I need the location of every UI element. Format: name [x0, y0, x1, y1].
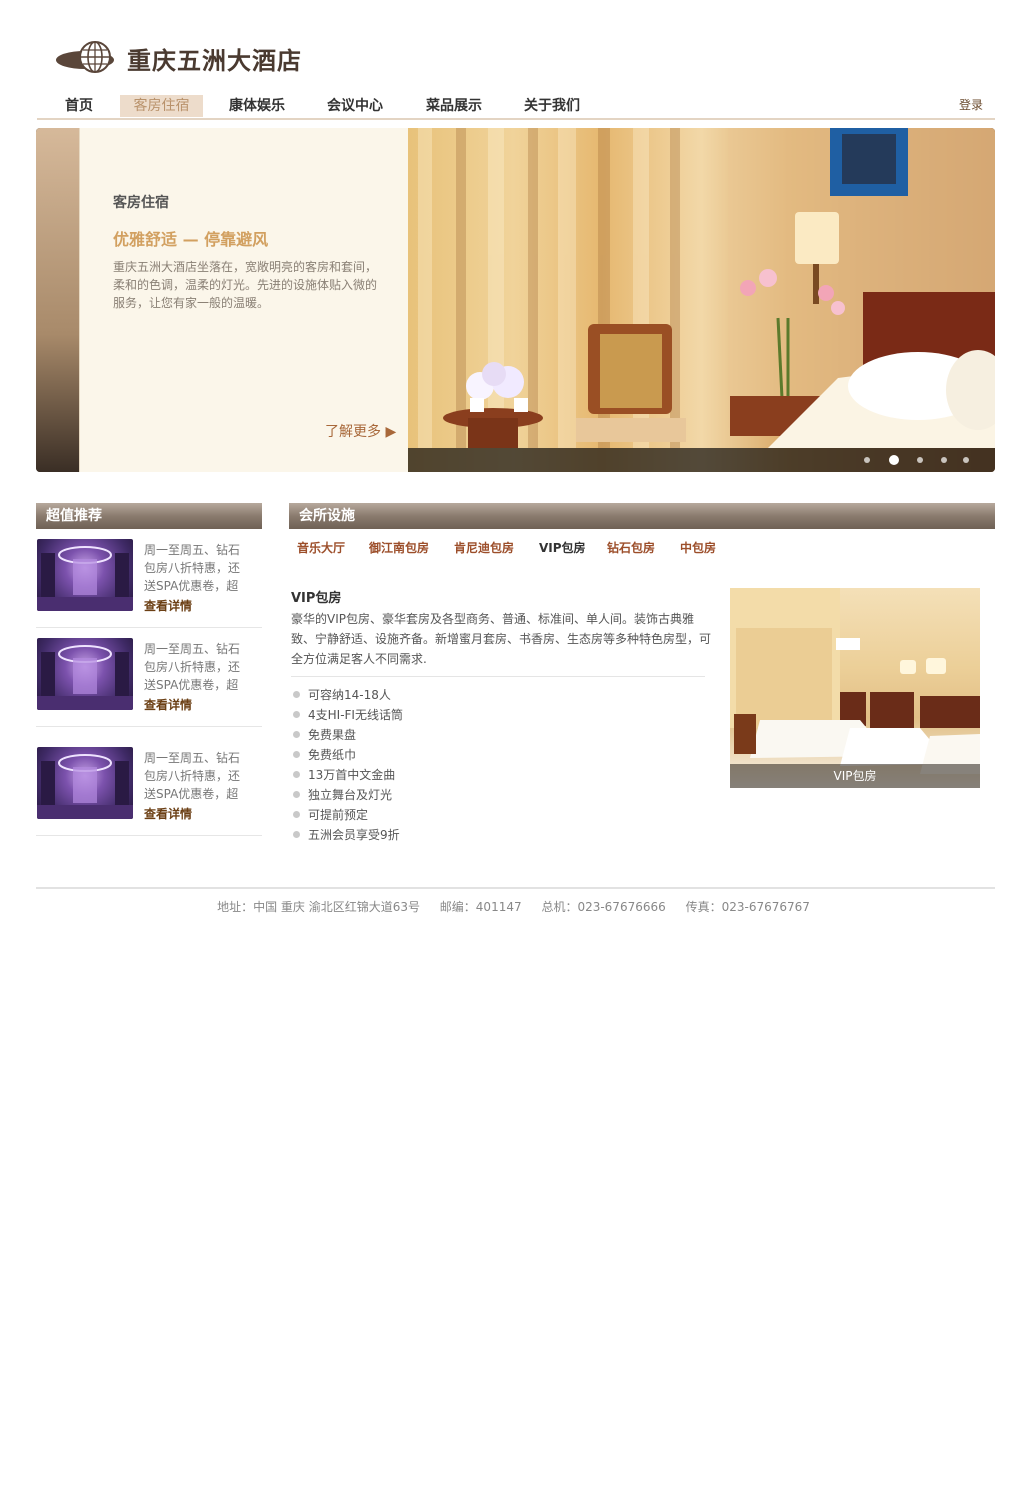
room-title: VIP包房: [291, 591, 342, 606]
nav-item-dishes[interactable]: 菜品展示: [414, 95, 494, 117]
footer-divider: [36, 887, 995, 889]
nav-item-recreation[interactable]: 康体娱乐: [217, 95, 297, 117]
feature-item: 免费果盘: [291, 725, 403, 745]
room-description: 豪华的VIP包房、豪华套房及各型商务、普通、标准间、单人间。装饰古典雅致、宁静舒…: [291, 612, 712, 666]
login-link[interactable]: 登录: [959, 94, 983, 116]
footer-address: 地址：中国 重庆 渝北区红锦大道63号: [217, 900, 420, 914]
site-logo[interactable]: 重庆五洲大酒店: [55, 38, 355, 78]
learn-more-link[interactable]: 了解更多 ▶: [325, 421, 396, 441]
tab-vip-room[interactable]: VIP包房: [539, 539, 586, 556]
nav-item-home[interactable]: 首页: [53, 95, 105, 117]
banner-category: 客房住宿: [113, 195, 169, 211]
feature-item: 可提前预定: [291, 805, 403, 825]
section-divider: [291, 676, 705, 677]
previous-slide-peek: [36, 128, 79, 472]
tab-yujiangnan-room[interactable]: 御江南包房: [369, 539, 429, 556]
hero-banner: 客房住宿 优雅舒适 — 停靠避风 重庆五洲大酒店坐落在，宽敞明亮的客房和套间，柔…: [36, 128, 995, 472]
promo-item: 周一至周五、钻石包房八折特惠，还送SPA优惠卷，超 查看详情: [36, 638, 262, 727]
tab-diamond-room[interactable]: 钻石包房: [607, 539, 655, 556]
nav-item-about[interactable]: 关于我们: [512, 95, 592, 117]
promo-text: 周一至周五、钻石包房八折特惠，还送SPA优惠卷，超: [144, 751, 241, 801]
feature-item: 4支HI-FI无线话筒: [291, 705, 403, 725]
nav-item-rooms[interactable]: 客房住宿: [120, 95, 203, 117]
feature-item: 五洲会员享受9折: [291, 825, 403, 845]
banner-description: 重庆五洲大酒店坐落在，宽敞明亮的客房和套间，柔和的色调，温柔的灯光。先进的设施体…: [113, 260, 378, 310]
site-footer: 地址：中国 重庆 渝北区红锦大道63号 邮编：401147 总机：023-676…: [0, 898, 1027, 915]
slide-dot-5[interactable]: [963, 457, 969, 463]
site-title: 重庆五洲大酒店: [127, 46, 302, 75]
promo-text: 周一至周五、钻石包房八折特惠，还送SPA优惠卷，超: [144, 642, 241, 692]
room-photo-caption: VIP包房: [730, 764, 980, 788]
footer-zip: 邮编：401147: [439, 900, 522, 914]
tab-medium-room[interactable]: 中包房: [680, 539, 716, 556]
banner-slogan: 优雅舒适 — 停靠避风: [113, 230, 269, 249]
facilities-title: 会所设施: [289, 503, 995, 529]
slide-dot-1[interactable]: [864, 457, 870, 463]
view-details-link[interactable]: 查看详情: [144, 805, 192, 822]
promo-text: 周一至周五、钻石包房八折特惠，还送SPA优惠卷，超: [144, 543, 241, 593]
feature-item: 免费纸巾: [291, 745, 403, 765]
tab-kennedy-room[interactable]: 肯尼迪包房: [454, 539, 514, 556]
tab-music-hall[interactable]: 音乐大厅: [297, 539, 345, 556]
ktv-room-thumbnail[interactable]: [37, 539, 133, 611]
ktv-room-thumbnail[interactable]: [37, 747, 133, 819]
feature-item: 13万首中文金曲: [291, 765, 403, 785]
slide-dot-4[interactable]: [941, 457, 947, 463]
sidebar-title: 超值推荐: [36, 503, 262, 529]
feature-item: 独立舞台及灯光: [291, 785, 403, 805]
globe-logo-icon: [55, 40, 117, 76]
room-feature-list: 可容纳14-18人 4支HI-FI无线话筒 免费果盘 免费纸巾 13万首中文金曲…: [291, 685, 403, 845]
view-details-link[interactable]: 查看详情: [144, 597, 192, 614]
ktv-room-thumbnail[interactable]: [37, 638, 133, 710]
promo-item: 周一至周五、钻石包房八折特惠，还送SPA优惠卷，超 查看详情: [36, 539, 262, 628]
banner-text-panel: 客房住宿 优雅舒适 — 停靠避风 重庆五洲大酒店坐落在，宽敞明亮的客房和套间，柔…: [79, 128, 409, 472]
slide-dot-2-active[interactable]: [889, 455, 899, 465]
promo-item: 周一至周五、钻石包房八折特惠，还送SPA优惠卷，超 查看详情: [36, 747, 262, 836]
slide-indicator-bar: [408, 448, 995, 472]
feature-item: 可容纳14-18人: [291, 685, 403, 705]
main-nav: 首页 客房住宿 康体娱乐 会议中心 菜品展示 关于我们 登录: [37, 94, 995, 120]
value-recommend-sidebar: 超值推荐 周一至周五、钻石包房八折特惠，还送SPA优惠卷，超 查看详情 周一至周…: [36, 503, 262, 836]
vip-room-photo[interactable]: VIP包房: [730, 588, 980, 788]
footer-phone: 总机：023-67676666: [541, 900, 666, 914]
club-facilities-section: 会所设施 音乐大厅 御江南包房 肯尼迪包房 VIP包房 钻石包房 中包房 VIP…: [289, 503, 995, 842]
slide-dot-3[interactable]: [917, 457, 923, 463]
nav-item-conference[interactable]: 会议中心: [315, 95, 395, 117]
view-details-link[interactable]: 查看详情: [144, 696, 192, 713]
hotel-room-photo: [408, 128, 995, 472]
footer-fax: 传真：023-67676767: [685, 900, 810, 914]
